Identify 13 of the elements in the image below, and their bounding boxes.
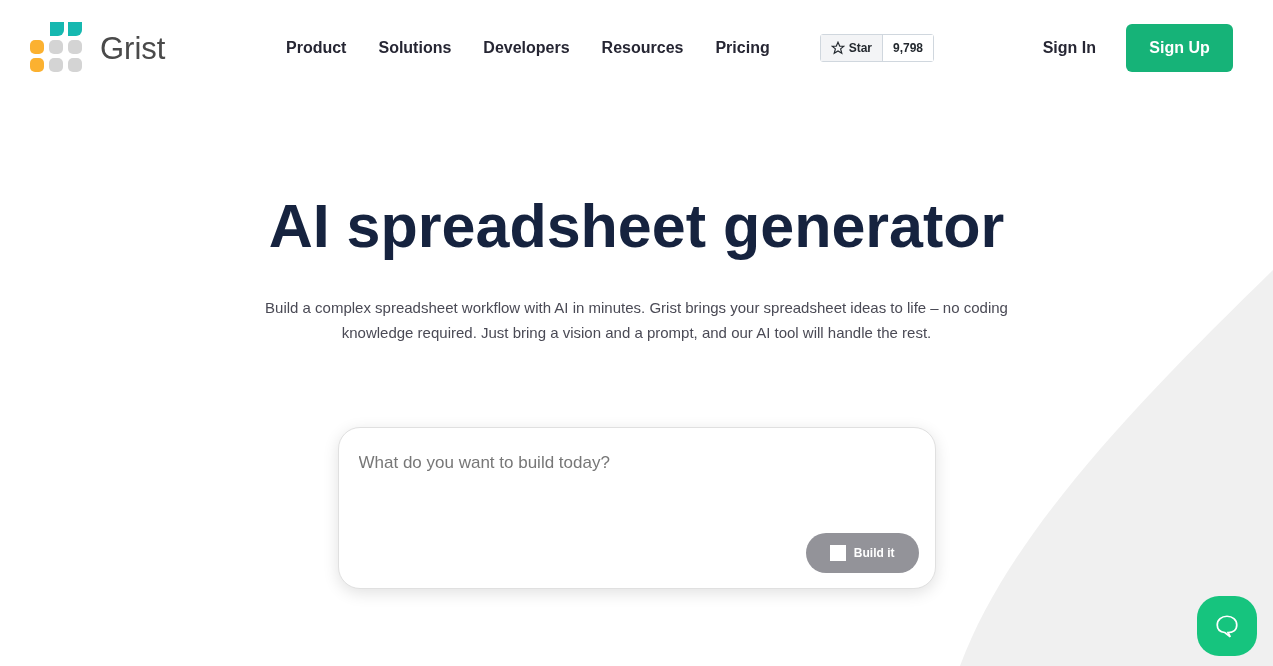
nav-link[interactable]: Solutions	[378, 36, 452, 60]
star-icon	[830, 41, 845, 55]
nav-link[interactable]: Product	[286, 36, 347, 60]
nav-link[interactable]: Developers	[483, 36, 570, 60]
nav-link[interactable]: Pricing	[715, 36, 770, 60]
square-icon	[829, 545, 846, 561]
chat-button[interactable]	[1197, 596, 1257, 656]
hero-subtitle: Build a complex spreadsheet workflow with AI in minutes. Grist brings your spreadsheet ideas to life – no coding knowledge required. Just bring a vision and a prompt, and our AI tool will handle the rest.	[264, 298, 1009, 343]
nav-link[interactable]: Resources	[601, 36, 684, 60]
github-star-button[interactable]: Star	[820, 35, 883, 61]
logo-wordmark[interactable]: Grist	[100, 32, 166, 64]
chat-icon	[1214, 613, 1240, 639]
sign-in-link[interactable]: Sign In	[1042, 36, 1096, 60]
